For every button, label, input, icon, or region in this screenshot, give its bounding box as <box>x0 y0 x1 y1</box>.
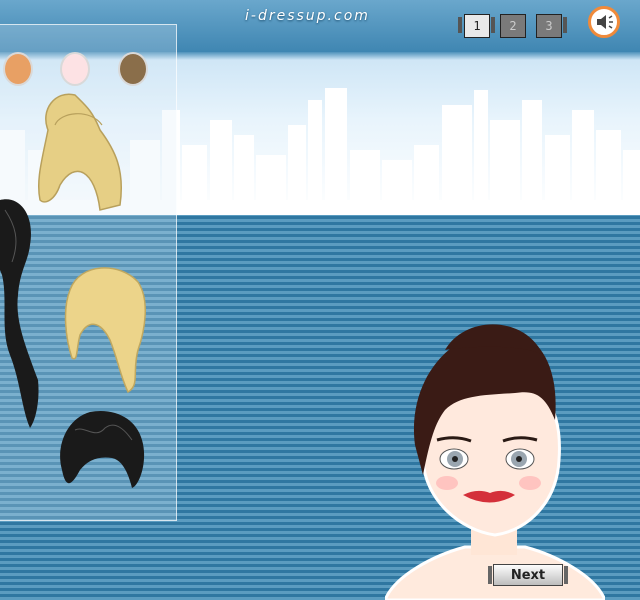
site-logo[interactable]: i-dressup.com <box>245 8 370 24</box>
next-bracket <box>488 566 492 584</box>
hair-option-blonde-side-ponytail[interactable] <box>64 267 146 394</box>
speaker-icon <box>597 15 613 29</box>
step-3-button[interactable]: 3 <box>536 14 562 38</box>
step-2-button[interactable]: 2 <box>500 14 526 38</box>
step-bracket <box>458 17 462 33</box>
hair-options <box>0 93 146 488</box>
step-1-button[interactable]: 1 <box>464 14 490 38</box>
step-bracket <box>563 17 567 33</box>
hair-option-blonde-updo[interactable] <box>37 93 123 211</box>
next-bracket <box>564 566 568 584</box>
hair-option-black-long-wavy[interactable] <box>0 199 39 428</box>
sound-toggle-button[interactable] <box>588 6 620 38</box>
game-stage: i-dressup.com 1 2 3 Next <box>0 0 640 600</box>
step-bracket <box>491 17 495 33</box>
hair-option-black-curly-short[interactable] <box>60 410 145 488</box>
doll-model <box>385 324 605 600</box>
next-button[interactable]: Next <box>493 564 563 586</box>
